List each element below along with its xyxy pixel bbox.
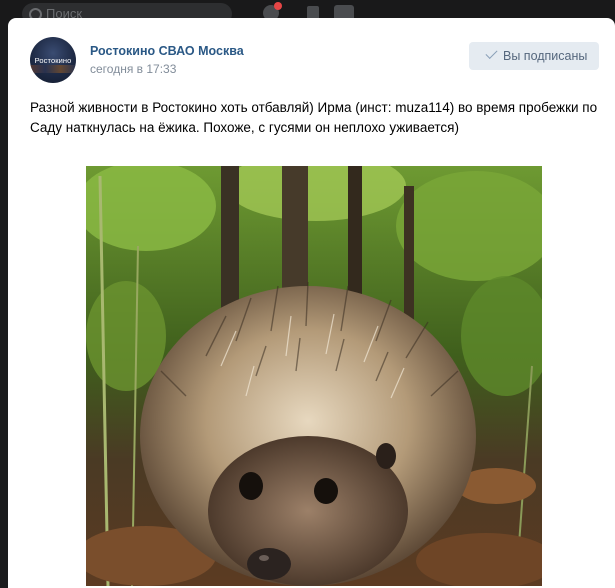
post-time[interactable]: сегодня в 17:33 — [90, 62, 176, 76]
avatar[interactable]: Ростокино — [30, 37, 76, 83]
check-icon — [485, 46, 498, 60]
hedgehog-image — [86, 166, 542, 586]
post-author[interactable]: Ростокино СВАО Москва — [90, 44, 244, 58]
post-text: Разной живности в Ростокино хоть отбавля… — [30, 100, 598, 135]
notification-dot — [274, 2, 282, 10]
avatar-skyline — [30, 65, 76, 73]
avatar-label: Ростокино — [34, 56, 72, 65]
subscribed-label: Вы подписаны — [503, 49, 588, 63]
subscribed-button[interactable]: Вы подписаны — [469, 42, 599, 70]
post-photo[interactable] — [86, 166, 542, 586]
post-card: Ростокино Ростокино СВАО Москва сегодня … — [8, 18, 615, 588]
